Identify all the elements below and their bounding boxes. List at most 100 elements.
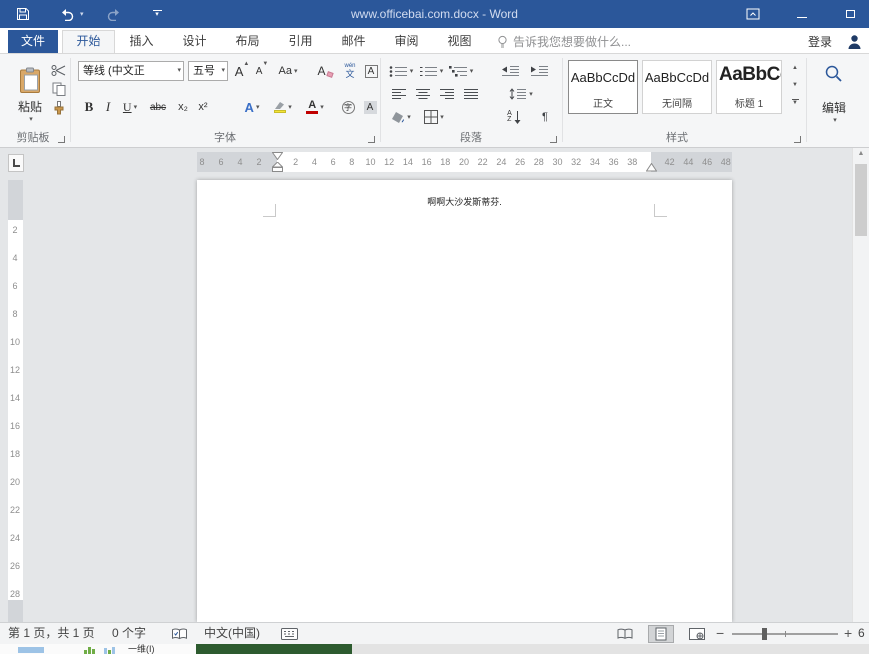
highlighter-icon [274,101,286,110]
proofing-status-button[interactable] [168,627,190,641]
maximize-button[interactable] [834,0,866,28]
qat-customize-button[interactable]: ▾ [148,6,166,22]
undo-button[interactable] [54,4,78,24]
tab-设计[interactable]: 设计 [168,30,221,53]
clipboard-dialog-launcher[interactable] [58,136,65,143]
undo-dropdown[interactable]: ▾ [80,10,84,18]
zoom-slider-handle[interactable] [762,628,767,640]
style-card-正文[interactable]: AaBbCcDd正文 [568,60,638,114]
cut-button[interactable] [50,62,68,78]
document-page[interactable]: 啊啊大沙发斯蒂芬. [197,180,732,622]
align-right-button[interactable] [436,84,458,104]
language-indicator[interactable]: 中文(中国) [204,623,260,644]
styles-dialog-launcher[interactable] [794,136,801,143]
styles-scroll-down-button[interactable]: ▼ [788,77,802,92]
font-name-combo[interactable]: 等线 (中文正▾ [78,61,184,81]
italic-button[interactable]: I [100,97,116,117]
shading-button[interactable]: ▾ [388,107,414,127]
change-case-button[interactable]: Aa▾ [274,61,302,81]
lightbulb-icon [497,35,508,49]
font-group-label: 字体 [70,129,380,145]
borders-button[interactable]: ▾ [420,107,448,127]
right-indent-marker[interactable] [646,163,657,172]
underline-button[interactable]: U▾ [118,97,142,117]
horizontal-ruler[interactable]: 8642246810121416182022242628303234363842… [197,152,732,172]
document-text[interactable]: 啊啊大沙发斯蒂芬. [197,195,732,208]
save-button[interactable] [10,4,36,24]
scrollbar-thumb[interactable] [855,164,867,236]
shrink-font-button[interactable]: A▼ [253,61,271,81]
phonetic-guide-button[interactable]: wén 文 [340,61,360,81]
multilevel-list-button[interactable]: ▾ [448,61,474,81]
signin-button[interactable]: 登录 [808,30,832,53]
paste-button[interactable]: 粘贴 ▾ [8,59,52,131]
zoom-slider[interactable] [732,633,838,635]
account-icon[interactable] [847,34,862,50]
vertical-scrollbar[interactable]: ▲ [852,148,869,622]
superscript-button[interactable]: x² [194,97,212,117]
enclose-character-button[interactable]: 字 [338,97,358,117]
style-card-标题 1[interactable]: AaBbCcDd标题 1 [716,60,782,114]
font-size-combo[interactable]: 五号▾ [188,61,228,81]
tab-file[interactable]: 文件 [8,30,58,53]
tellme[interactable]: 告诉我您想要做什么... [497,30,631,53]
clear-formatting-button[interactable]: A [314,61,336,81]
decrease-indent-button[interactable] [498,61,522,81]
ruler-number: 14 [10,393,20,403]
styles-scroll-up-button[interactable]: ▲ [788,60,802,75]
paragraph-dialog-launcher[interactable] [550,136,557,143]
print-layout-button[interactable] [648,625,674,643]
grow-font-button[interactable]: A▲ [232,61,252,81]
minimize-button[interactable] [786,0,818,28]
word-count[interactable]: 0 个字 [112,623,146,644]
format-painter-button[interactable] [50,100,68,116]
increase-indent-button[interactable] [526,61,552,81]
text-effects-button[interactable]: A▾ [240,97,264,117]
bullets-button[interactable]: ▾ [388,61,414,81]
ruler-number: 22 [478,157,488,167]
ruler-number: 42 [665,157,675,167]
tab-插入[interactable]: 插入 [115,30,168,53]
align-left-button[interactable] [388,84,410,104]
read-mode-button[interactable] [612,625,638,643]
copy-button[interactable] [50,81,68,97]
subscript-button[interactable]: x₂ [174,97,192,117]
tab-布局[interactable]: 布局 [221,30,274,53]
zoom-out-button[interactable]: − [716,623,724,644]
show-marks-button[interactable]: ¶ [536,107,554,127]
vertical-ruler[interactable]: 246810121416182022242628 [8,180,23,622]
ribbon-display-options-button[interactable] [740,4,766,24]
page-indicator[interactable]: 第 1 页，共 1 页 [8,623,95,644]
numbering-button[interactable]: ▾ [418,61,444,81]
tab-引用[interactable]: 引用 [274,30,327,53]
bold-button[interactable]: B [80,97,98,117]
character-shading-button[interactable]: A [360,97,380,117]
tab-邮件[interactable]: 邮件 [327,30,380,53]
tab-开始[interactable]: 开始 [62,30,115,53]
tab-stop-selector[interactable] [8,154,24,172]
highlight-button[interactable]: ▾ [270,97,296,117]
editing-button[interactable]: 编辑 ▾ [812,94,856,128]
style-card-无间隔[interactable]: AaBbCcDd无间隔 [642,60,712,114]
zoom-in-button[interactable]: + [844,623,852,644]
hanging-indent-marker[interactable] [272,162,283,172]
style-preview: AaBbCcDd [569,70,637,85]
web-layout-button[interactable] [684,625,710,643]
strikethrough-button[interactable]: abc [146,97,170,117]
sort-button[interactable]: A Z [502,107,526,127]
font-color-button[interactable]: A ▾ [302,97,328,117]
styles-more-button[interactable]: ▼ [788,94,802,111]
line-spacing-button[interactable]: ▾ [506,84,536,104]
find-button[interactable] [822,62,846,86]
tab-审阅[interactable]: 审阅 [380,30,433,53]
redo-button[interactable] [102,4,126,24]
justify-button[interactable] [460,84,482,104]
character-border-button[interactable]: A [362,61,380,81]
scroll-up-arrow[interactable]: ▲ [853,150,869,157]
zoom-percent[interactable]: 6 [858,623,865,644]
tab-视图[interactable]: 视图 [433,30,486,53]
align-center-button[interactable] [412,84,434,104]
font-dialog-launcher[interactable] [368,136,375,143]
first-line-indent-marker[interactable] [272,152,283,160]
ime-mode-button[interactable] [278,627,300,641]
